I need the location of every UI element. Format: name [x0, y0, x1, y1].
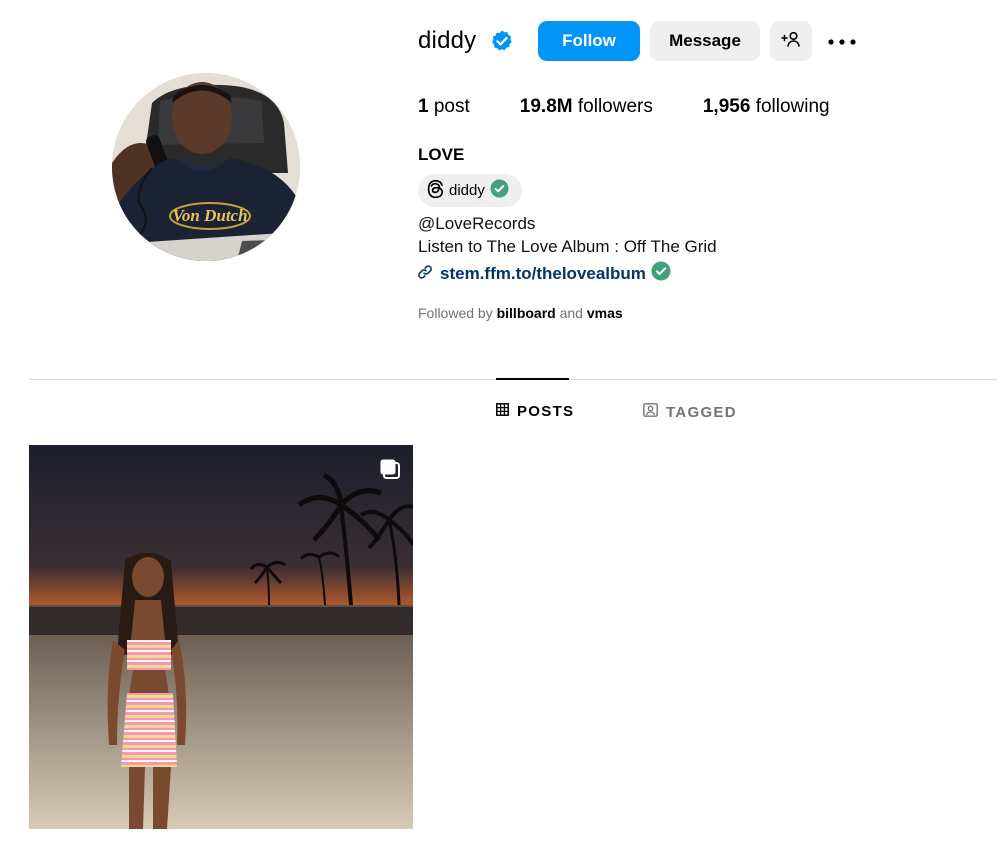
posts-count: 1 post — [418, 96, 470, 118]
post-thumbnail[interactable] — [29, 445, 413, 829]
followers-count-value: 19.8M — [519, 96, 573, 117]
shirt-logo-text: Von Dutch — [172, 206, 247, 225]
followers-link[interactable]: 19.8M followers — [520, 96, 653, 118]
chain-link-icon — [418, 264, 432, 284]
threads-verified-icon — [490, 179, 509, 202]
threads-handle: diddy — [449, 182, 485, 199]
message-button[interactable]: Message — [650, 21, 760, 61]
profile-avatar[interactable]: Von Dutch — [112, 73, 300, 261]
followed-by-prefix: Followed by — [418, 305, 493, 321]
tab-tagged-label: TAGGED — [666, 403, 737, 421]
add-user-icon — [781, 31, 801, 52]
followed-by-conjunction: and — [559, 305, 583, 321]
bio-link-text[interactable]: stem.ffm.to/thelovealbum — [440, 264, 646, 284]
bio-display-name: LOVE — [418, 145, 465, 164]
following-count-value: 1,956 — [702, 96, 751, 117]
followed-by-user-1[interactable]: billboard — [497, 305, 556, 321]
followed-by-user-2[interactable]: vmas — [587, 305, 623, 321]
threads-profile-chip[interactable]: diddy — [418, 174, 522, 207]
more-options-icon — [828, 32, 856, 50]
tab-tagged[interactable]: TAGGED — [643, 403, 737, 421]
bio-text-line-1: @LoveRecords — [418, 214, 536, 233]
follow-button[interactable]: Follow — [538, 21, 640, 61]
following-count-label: following — [755, 96, 830, 117]
posts-count-label: post — [433, 96, 470, 117]
following-link[interactable]: 1,956 following — [703, 96, 830, 118]
tagged-icon — [643, 403, 658, 421]
grid-icon — [496, 403, 509, 420]
bio-text-line-2: Listen to The Love Album : Off The Grid — [418, 237, 717, 256]
profile-stats: 1 post 19.8M followers 1,956 following — [418, 96, 830, 118]
tab-posts-label: POSTS — [517, 403, 575, 420]
verified-badge-icon — [490, 29, 514, 58]
bio-external-link[interactable]: stem.ffm.to/thelovealbum — [418, 261, 671, 286]
profile-username: diddy — [418, 27, 477, 54]
link-verified-icon — [651, 261, 671, 286]
followers-count-label: followers — [577, 96, 653, 117]
more-options-button[interactable] — [824, 28, 860, 54]
multi-image-icon — [379, 458, 401, 480]
threads-icon — [427, 179, 444, 202]
suggested-users-button[interactable] — [770, 21, 812, 61]
followed-by-text[interactable]: Followed by billboard and vmas — [418, 305, 623, 321]
active-tab-indicator — [496, 378, 569, 380]
tab-posts[interactable]: POSTS — [496, 403, 574, 420]
posts-count-value: 1 — [418, 96, 429, 117]
